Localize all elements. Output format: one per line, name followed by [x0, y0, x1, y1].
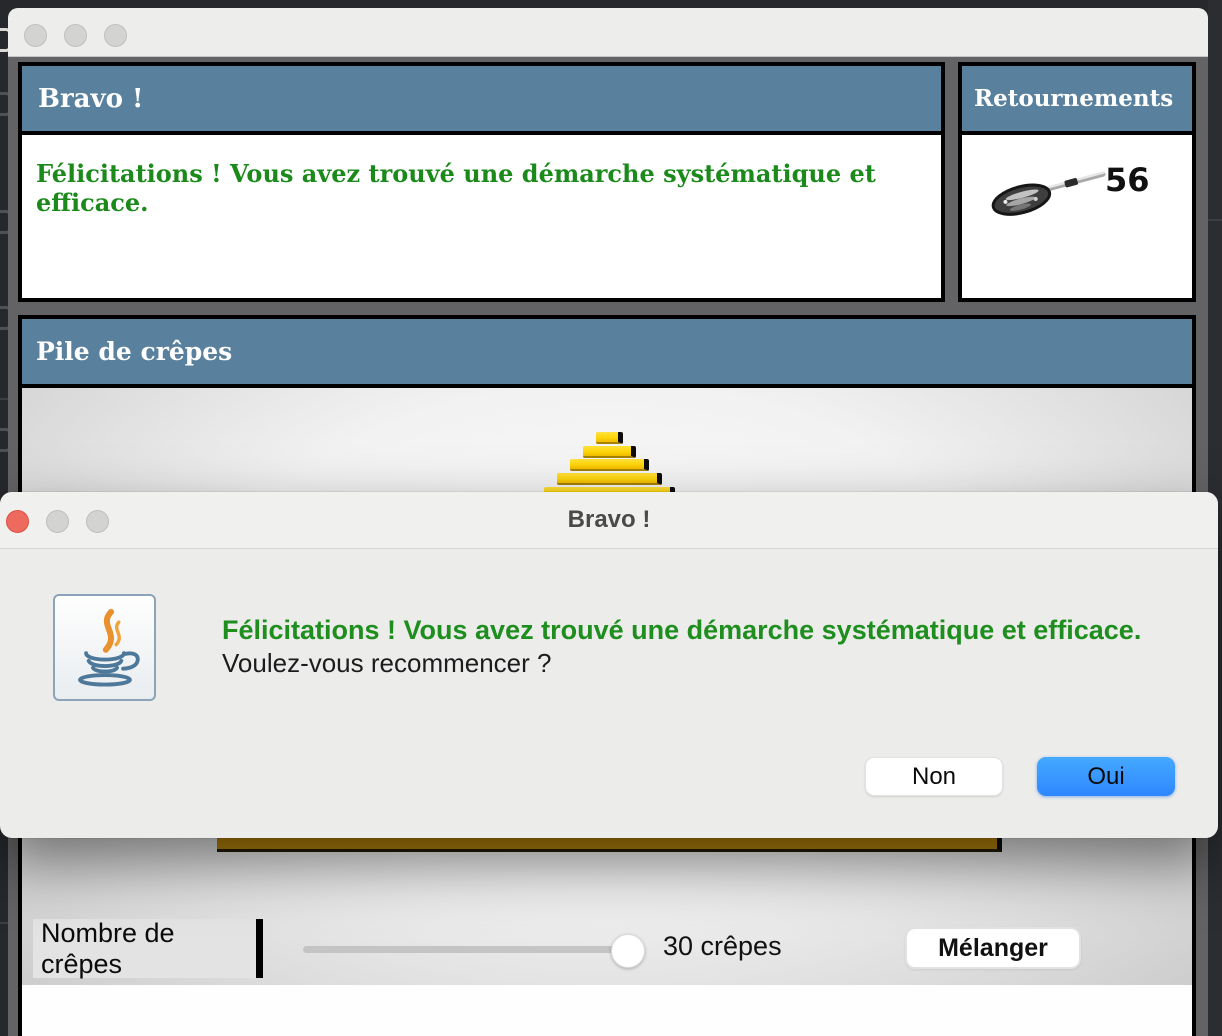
retournements-panel-header: Retournements	[962, 66, 1192, 135]
dialog-titlebar[interactable]: Bravo !	[0, 492, 1218, 549]
shuffle-button[interactable]: Mélanger	[905, 927, 1081, 969]
dialog-minimize-button-inactive	[46, 510, 69, 533]
java-logo-icon	[53, 594, 156, 701]
yes-button[interactable]: Oui	[1037, 757, 1175, 796]
dialog-zoom-button-inactive	[86, 510, 109, 533]
divider	[1208, 219, 1222, 221]
bravo-dialog: Bravo ! Félicitations ! Vous avez trouvé…	[0, 492, 1218, 838]
bravo-panel-title: Bravo !	[38, 84, 143, 114]
retournements-panel: Retournements 56	[958, 62, 1196, 302]
dialog-close-button[interactable]	[6, 510, 29, 533]
bravo-panel-header: Bravo !	[22, 66, 941, 135]
crepe-count-label: Nombre de crêpes	[33, 919, 263, 978]
window-titlebar[interactable]	[8, 8, 1208, 57]
crepe[interactable]	[596, 432, 623, 444]
spatula-icon	[982, 161, 1110, 221]
pile-panel-title: Pile de crêpes	[36, 337, 232, 366]
bravo-panel: Bravo ! Félicitations ! Vous avez trouvé…	[18, 62, 945, 302]
crepe[interactable]	[570, 459, 649, 471]
crepe[interactable]	[583, 446, 636, 458]
dialog-title: Bravo !	[0, 492, 1218, 548]
pile-panel-header: Pile de crêpes	[22, 319, 1192, 388]
no-button[interactable]: Non	[865, 757, 1003, 796]
crepe-count-slider-track[interactable]	[303, 946, 629, 953]
background-window-fragment	[0, 210, 8, 234]
crepe-bottom[interactable]	[217, 836, 1002, 852]
crepe-count-value: 30 crêpes	[663, 931, 782, 962]
background-window-fragment	[0, 92, 8, 116]
divider	[0, 398, 8, 400]
crepe-count-slider-thumb[interactable]	[611, 934, 645, 968]
close-button-inactive[interactable]	[24, 24, 47, 47]
background-window-fragment	[0, 428, 8, 452]
flip-count: 56	[1105, 161, 1150, 199]
dialog-question-message: Voulez-vous recommencer ?	[222, 648, 551, 679]
background-window-fragment	[0, 28, 8, 52]
minimize-button-inactive[interactable]	[64, 24, 87, 47]
zoom-button-inactive[interactable]	[104, 24, 127, 47]
success-message: Félicitations ! Vous avez trouvé une dém…	[22, 135, 941, 217]
background-window-fragment	[0, 306, 8, 330]
crepe[interactable]	[557, 473, 662, 485]
divider	[0, 922, 8, 924]
pile-body-lower-area	[22, 985, 1192, 1036]
retournements-panel-title: Retournements	[974, 85, 1173, 112]
dialog-success-message: Félicitations ! Vous avez trouvé une dém…	[222, 615, 1141, 646]
retournements-body: 56	[962, 135, 1192, 298]
